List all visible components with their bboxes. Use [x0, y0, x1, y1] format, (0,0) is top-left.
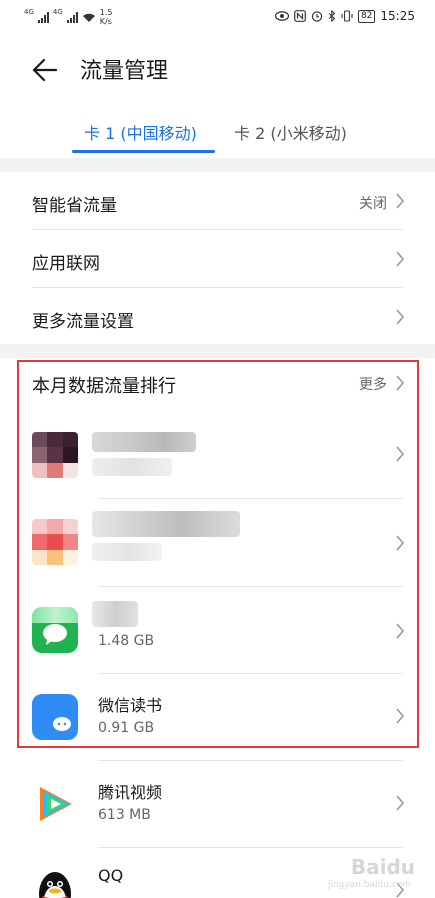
speed-value: 1.5 — [99, 8, 113, 17]
more-data-settings-row[interactable]: 更多流量设置 — [0, 288, 435, 346]
signal-icon-2 — [66, 11, 78, 23]
app-size-blurred — [92, 543, 162, 561]
status-left: 4G 4G 1.5 K/s — [24, 8, 113, 26]
sim-tabs: 卡 1 (中国移动) 卡 2 (小米移动) — [0, 112, 435, 153]
baidu-watermark: Baidu — [350, 855, 415, 879]
status-right: 82 15:25 — [274, 9, 415, 23]
speech-bubble-icon — [53, 717, 71, 731]
traffic-management-screen: 4G 4G 1.5 K/s 82 15:25 流量管理 卡 1 (中国移动) 卡 … — [0, 0, 435, 898]
nfc-icon — [294, 10, 306, 22]
alarm-icon — [311, 11, 323, 22]
app-usage-row[interactable] — [0, 499, 435, 586]
smart-data-saver-row[interactable]: 智能省流量 关闭 — [0, 172, 435, 230]
vibrate-icon — [341, 10, 353, 22]
app-network-access-row[interactable]: 应用联网 — [0, 230, 435, 288]
page-title: 流量管理 — [80, 59, 169, 84]
tab-sim-2[interactable]: 卡 2 (小米移动) — [234, 120, 347, 144]
bluetooth-icon — [328, 10, 336, 22]
tencent-video-icon — [32, 781, 78, 827]
status-bar: 4G 4G 1.5 K/s 82 15:25 — [0, 0, 435, 36]
app-usage-row[interactable]: 腾讯视频 613 MB — [0, 761, 435, 848]
app-usage-row[interactable]: 微信读书 0.91 GB — [0, 674, 435, 761]
active-tab-indicator — [72, 150, 215, 153]
baidu-watermark-url: jingyan.baidu.com — [327, 880, 411, 890]
eye-icon — [274, 11, 289, 21]
green-app-icon — [32, 607, 78, 653]
app-name: QQ — [98, 866, 124, 885]
network-speed: 1.5 K/s — [100, 8, 113, 26]
chat-bubble-icon — [43, 624, 67, 645]
tab-sim-1[interactable]: 卡 1 (中国移动) — [84, 120, 197, 144]
app-usage-row[interactable] — [0, 410, 435, 497]
chevron-right-icon — [396, 193, 405, 209]
app-name-blurred — [92, 511, 240, 537]
app-data-usage: 0.91 GB — [98, 720, 155, 736]
section-separator — [0, 158, 435, 172]
app-data-usage: 613 MB — [98, 807, 151, 823]
back-arrow-icon[interactable] — [30, 56, 58, 84]
chevron-right-icon — [396, 795, 405, 811]
row-value: 关闭 — [359, 196, 387, 212]
play-logo-icon — [40, 787, 72, 821]
weread-icon — [32, 694, 78, 740]
app-usage-row[interactable]: 1.48 GB — [0, 587, 435, 674]
app-name-blurred — [92, 601, 138, 627]
wifi-icon — [82, 13, 95, 22]
app-data-usage: 1.48 GB — [98, 633, 155, 649]
app-size-blurred — [92, 458, 172, 476]
app-name: 腾讯视频 — [98, 783, 163, 802]
app-name-blurred — [92, 432, 196, 452]
row-label: 智能省流量 — [32, 196, 117, 216]
chevron-right-icon — [396, 446, 405, 462]
pixelated-app-icon — [32, 432, 78, 478]
row-label: 应用联网 — [32, 254, 100, 274]
battery-indicator: 82 — [357, 9, 376, 23]
app-name: 微信读书 — [98, 696, 163, 715]
chevron-right-icon — [396, 535, 405, 551]
chevron-right-icon — [396, 309, 405, 325]
clock: 15:25 — [380, 9, 415, 23]
row-label: 更多流量设置 — [32, 312, 134, 332]
pixelated-app-icon — [32, 519, 78, 565]
ranking-title: 本月数据流量排行 — [32, 376, 176, 397]
network-type-2: 4G — [52, 8, 63, 16]
speed-unit: K/s — [99, 17, 112, 26]
section-separator — [0, 344, 435, 358]
chevron-right-icon — [396, 623, 405, 639]
ranking-more-link[interactable]: 更多 — [359, 374, 387, 394]
chevron-right-icon — [396, 708, 405, 724]
penguin-icon — [39, 872, 71, 898]
network-type-1: 4G — [24, 8, 34, 16]
qq-penguin-icon — [32, 868, 78, 898]
app-header: 流量管理 — [0, 40, 435, 100]
chevron-right-icon[interactable] — [395, 375, 405, 391]
chevron-right-icon — [396, 251, 405, 267]
signal-icon — [37, 11, 49, 23]
